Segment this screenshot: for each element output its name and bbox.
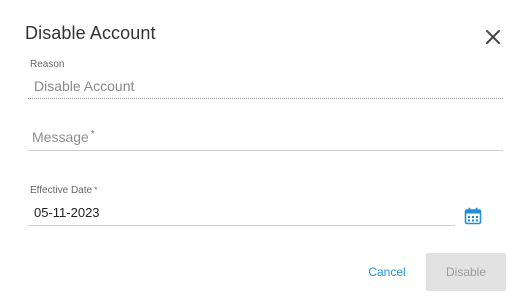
reason-label: Reason: [30, 59, 65, 70]
effective-date-label-text: Effective Date: [30, 185, 93, 196]
dialog-title: Disable Account: [25, 23, 156, 43]
reason-value: Disable Account: [34, 78, 135, 94]
message-input[interactable]: [28, 124, 503, 150]
disable-button[interactable]: Disable: [426, 253, 506, 291]
reason-underline: [28, 98, 503, 99]
effective-date-label: Effective Date *: [30, 185, 98, 196]
effective-date-input[interactable]: 05-11-2023: [34, 205, 100, 220]
calendar-icon: [464, 207, 482, 225]
message-underline: [28, 150, 503, 151]
effective-date-underline: [28, 225, 455, 226]
cancel-button[interactable]: Cancel: [362, 262, 412, 282]
calendar-button[interactable]: [464, 207, 482, 225]
close-icon: [486, 30, 500, 44]
close-button[interactable]: [483, 27, 503, 47]
required-mark: *: [94, 185, 98, 195]
